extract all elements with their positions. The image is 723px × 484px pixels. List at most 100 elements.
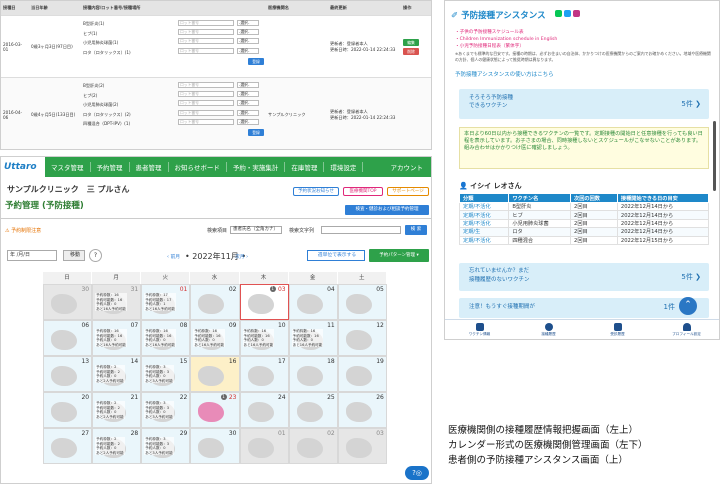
calendar-day[interactable]: 11 予約枠数：16 予約可能数：16 予約人数：0 あと16人予約可能 [288,320,338,356]
support-page-button[interactable]: サポートページ [387,187,429,196]
calendar-day[interactable]: 03 [337,428,387,464]
next-month-link[interactable]: 次月 › [235,253,248,260]
pattern-manage-button[interactable]: 予約パターン管理 ▾ [369,249,429,262]
calendar-day[interactable]: 20 [43,392,93,428]
help-chat-button[interactable]: ?◎ [405,466,429,480]
search-submit-button[interactable]: 検 索 [405,225,427,235]
nav-item-notices[interactable]: お知らせボード [169,162,227,172]
calendar-day[interactable]: 22 予約枠数：3 予約可能数：3 予約人数：0 あと3人予約可能 [141,392,191,428]
calendar-day[interactable]: 30 [43,284,93,320]
calendar-day[interactable]: 17 [239,356,289,392]
delete-button[interactable]: 削除 [403,47,419,55]
calendar-day[interactable]: 12 [337,320,387,356]
calendar-day[interactable]: 07 予約枠数：16 予約可能数：16 予約人数：0 あと16人予約可能 [92,320,142,356]
site-select[interactable]: -選択- [237,47,259,54]
nav-item-patients[interactable]: 患者管理 [130,162,169,172]
lot-input[interactable]: ロット番号 [178,109,234,116]
tab-profile[interactable]: プロフィール設定 [652,320,719,339]
twitter-icon[interactable] [564,10,571,17]
date-input[interactable]: 年 /月/日 [7,250,57,261]
scroll-top-icon[interactable]: ⌃ [679,297,697,315]
calendar-day[interactable]: 16 [190,356,240,392]
register-button[interactable]: 登録 [248,128,264,136]
week-view-button[interactable]: 週単位で表示する [307,250,365,261]
calendar-day[interactable]: 15 予約枠数：3 予約可能数：3 予約人数：0 あと3人予約可能 [141,356,191,392]
search-input[interactable] [321,226,401,234]
site-select[interactable]: -選択- [237,109,259,116]
expiring-vaccines-card[interactable]: 注意！もうすぐ接種期間が 1件 [459,298,709,318]
calendar-day[interactable]: 03 1 [239,284,289,320]
calendar-day[interactable]: 05 [337,284,387,320]
lot-input[interactable]: ロット番号 [178,119,234,126]
lot-input[interactable]: ロット番号 [178,91,234,98]
calendar-day[interactable]: 01 予約枠数：17 予約可能数：17 予約人数：1 あと16人予約可能 [141,284,191,320]
upcoming-vaccines-card[interactable]: そろそろ予防接種 できるワクチン 5件 ❯ [459,89,709,119]
register-button[interactable]: 登録 [248,57,264,65]
app-logo[interactable]: Uttaro [1,157,45,177]
lot-input[interactable]: ロット番号 [178,19,234,26]
calendar-day[interactable]: 21 予約枠数：2 予約可能数：2 予約人数：0 あと2人予約可能 [92,392,142,428]
tab-visits[interactable]: 受診履歴 [583,320,652,339]
english-schedule-link[interactable]: ・Children Immunization schedule in Engli… [455,36,557,42]
calendar-day[interactable]: 24 [239,392,289,428]
calendar-day[interactable]: 14 予約枠数：2 予約可能数：2 予約人数：0 あと2人予約可能 [92,356,142,392]
site-select[interactable]: -選択- [237,119,259,126]
site-select[interactable]: -選択- [237,19,259,26]
lot-input[interactable]: ロット番号 [178,100,234,107]
lot-input[interactable]: ロット番号 [178,29,234,36]
calendar-day[interactable]: 29 予約枠数：3 予約可能数：3 予約人数：0 あと3人予約可能 [141,428,191,464]
nav-item-reservations[interactable]: 予約管理 [91,162,130,172]
site-select[interactable]: -選択- [237,91,259,98]
instagram-icon[interactable] [573,10,580,17]
checkup-reservation-button[interactable]: 検査・健診および相談予約管理 [345,205,429,215]
calendar-day[interactable]: 04 [288,284,338,320]
line-icon[interactable] [555,10,562,17]
calendar-day[interactable]: 02 [190,284,240,320]
site-select[interactable]: -選択- [237,100,259,107]
calendar-day[interactable]: 27 [43,428,93,464]
calendar-day[interactable]: 26 [337,392,387,428]
calendar-day[interactable]: 28 予約枠数：2 予約可能数：2 予約人数：0 あと2人予約可能 [92,428,142,464]
calendar-day[interactable]: 31 予約枠数：16 予約可能数：16 予約人数：0 あと16人予約可能 [92,284,142,320]
edit-button[interactable]: 編集 [403,38,419,46]
tab-history[interactable]: 接種履歴 [514,320,583,339]
calendar-day[interactable]: 13 [43,356,93,392]
calendar-day[interactable]: 19 [337,356,387,392]
scrollbar[interactable] [713,121,716,191]
info-badge[interactable]: 1 [220,394,227,400]
calendar-day[interactable]: 30 [190,428,240,464]
chinese-schedule-link[interactable]: ・小児予防接種日程表（繁体字） [455,43,524,49]
calendar-day[interactable]: 10 予約枠数：16 予約可能数：16 予約人数：0 あと16人予約可能 [239,320,289,356]
account-menu[interactable]: アカウント [383,162,432,172]
search-item-select[interactable]: 患者氏名（全角カナ） [230,226,282,234]
site-select[interactable]: -選択- [237,38,259,45]
info-badge[interactable]: 1 [269,286,276,292]
prev-month-link[interactable]: ‹ 前月 [167,253,180,260]
calendar-day[interactable]: 01 [239,428,289,464]
site-select[interactable]: -選択- [237,81,259,88]
nav-item-stats[interactable]: 予約・実施集計 [227,162,286,172]
calendar-day[interactable]: 02 [288,428,338,464]
calendar-day[interactable]: 18 [288,356,338,392]
schedule-link[interactable]: ・子供の予防接種スケジュール表 [455,29,524,35]
calendar-day[interactable]: 06 [43,320,93,356]
site-select[interactable]: -選択- [237,29,259,36]
calendar-day[interactable]: 08 予約枠数：16 予約可能数：16 予約人数：0 あと16人予約可能 [141,320,191,356]
help-icon[interactable]: ? [89,249,102,262]
clinic-top-button[interactable]: 医療機関TOP [343,187,383,196]
map-silhouette-icon [51,402,77,422]
reservation-notice-button[interactable]: 予約状況お知らせ [293,187,339,196]
calendar-day[interactable]: 23 1 [190,392,240,428]
nav-item-inventory[interactable]: 在庫管理 [285,162,325,172]
move-button[interactable]: 移動 [63,250,85,261]
lot-input[interactable]: ロット番号 [178,81,234,88]
calendar-day[interactable]: 25 [288,392,338,428]
tab-vaccine-info[interactable]: ワクチン情報 [445,320,514,339]
missing-vaccines-card[interactable]: 忘れていませんか？まだ 接種履歴のないワクチン 5件 ❯ [459,263,709,291]
calendar-day[interactable]: 09 予約枠数：16 予約可能数：16 予約人数：0 あと16人予約可能 [190,320,240,356]
lot-input[interactable]: ロット番号 [178,47,234,54]
howto-link[interactable]: 予防接種アシスタンスの使い方はこちら [455,70,554,78]
lot-input[interactable]: ロット番号 [178,38,234,45]
nav-item-master[interactable]: マスタ管理 [45,162,91,172]
nav-item-settings[interactable]: 環境設定 [324,162,364,172]
